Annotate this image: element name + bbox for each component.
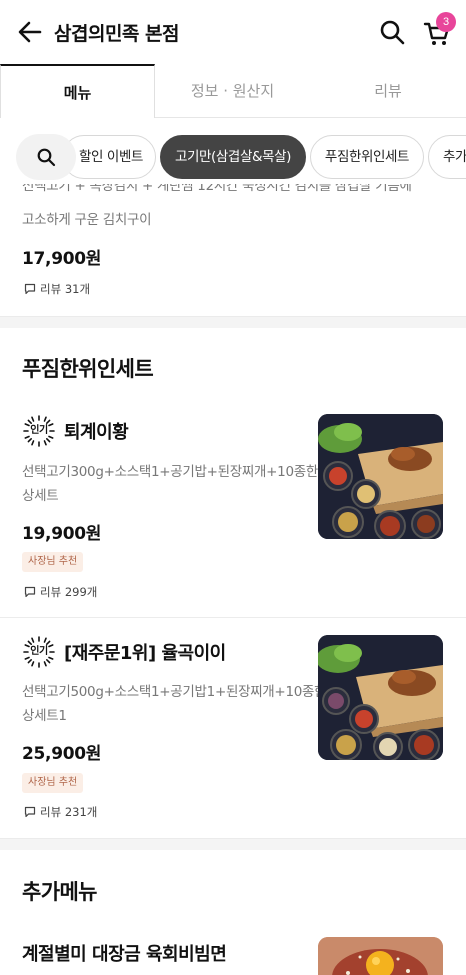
menu-item-name-row: 인기 퇴계이황: [22, 414, 129, 448]
back-arrow-icon[interactable]: [16, 18, 44, 46]
menu-item-description: 상세트: [22, 488, 59, 504]
menu-search-button[interactable]: [16, 134, 76, 180]
popular-badge: 인기: [22, 635, 56, 669]
food-photo-graphic: [318, 635, 443, 760]
cart-count-badge: 3: [436, 12, 456, 32]
menu-item-price: 17,900원: [22, 249, 102, 269]
popular-badge: 인기: [22, 414, 56, 448]
section-title: 추가메뉴: [22, 880, 97, 904]
menu-item-name: 계절별미 대장금 육회비빔면: [22, 944, 227, 965]
menu-item-name-row: 인기 [재주문1위] 율곡이이: [22, 635, 226, 669]
menu-item-image: [318, 635, 443, 760]
owner-recommend-badge: 사장님 추천: [22, 773, 84, 793]
chip-discount-event[interactable]: 할인 이벤트: [62, 135, 156, 179]
review-bubble-icon: [24, 806, 36, 818]
menu-item-reviews: 리뷰 299개: [24, 584, 97, 600]
owner-recommend-badge: 사장님 추천: [22, 552, 84, 572]
section-divider: [0, 838, 466, 850]
menu-item-name-row: 계절별미 대장금 육회비빔면: [22, 940, 227, 966]
search-icon: [37, 148, 56, 167]
menu-item-reviews: 리뷰 31개: [24, 281, 90, 297]
menu-item-price: 25,900원: [22, 744, 102, 764]
tab-info-origin[interactable]: 정보 · 원산지: [155, 64, 310, 118]
chip-additional[interactable]: 추가: [428, 135, 466, 179]
menu-item-description: 상세트1: [22, 708, 67, 724]
review-bubble-icon: [24, 283, 36, 295]
menu-item-description: 고소하게 구운 김치구이: [22, 212, 152, 228]
menu-item-description: 선택고기300g+소스택1+공기밥+된장찌개+10종한: [22, 464, 318, 480]
menu-item-description: 선택고기 + 폭장김치 + 계란찜 12시간 숙성시킨 김치를 삼겹살 기름에: [22, 184, 412, 194]
food-photo-graphic: [318, 414, 443, 539]
search-icon[interactable]: [378, 18, 406, 46]
section-divider: [0, 316, 466, 328]
food-photo-graphic: [318, 937, 443, 975]
section-title: 푸짐한위인세트: [22, 357, 154, 381]
tab-menu[interactable]: 메뉴: [0, 64, 155, 119]
menu-item-name: [재주문1위] 율곡이이: [64, 643, 226, 664]
tab-reviews[interactable]: 리뷰: [310, 64, 466, 118]
menu-item-reviews: 리뷰 231개: [24, 804, 97, 820]
app-header: 삼겹의민족 본점 3: [0, 0, 466, 64]
store-title: 삼겹의민족 본점: [54, 23, 179, 45]
store-tabs: 메뉴 정보 · 원산지 리뷰: [0, 64, 466, 119]
review-bubble-icon: [24, 586, 36, 598]
menu-item-image: [318, 937, 443, 975]
chip-meat-only[interactable]: 고기만(삼겹살&목살): [160, 135, 306, 179]
menu-item-description: 선택고기500g+소스택1+공기밥1+된장찌개+10종한: [22, 684, 327, 700]
menu-item-price: 19,900원: [22, 524, 102, 544]
menu-item-name: 퇴계이황: [64, 422, 129, 443]
chip-hearty-set[interactable]: 푸짐한위인세트: [310, 135, 424, 179]
menu-item-image: [318, 414, 443, 539]
item-separator: [0, 617, 466, 618]
